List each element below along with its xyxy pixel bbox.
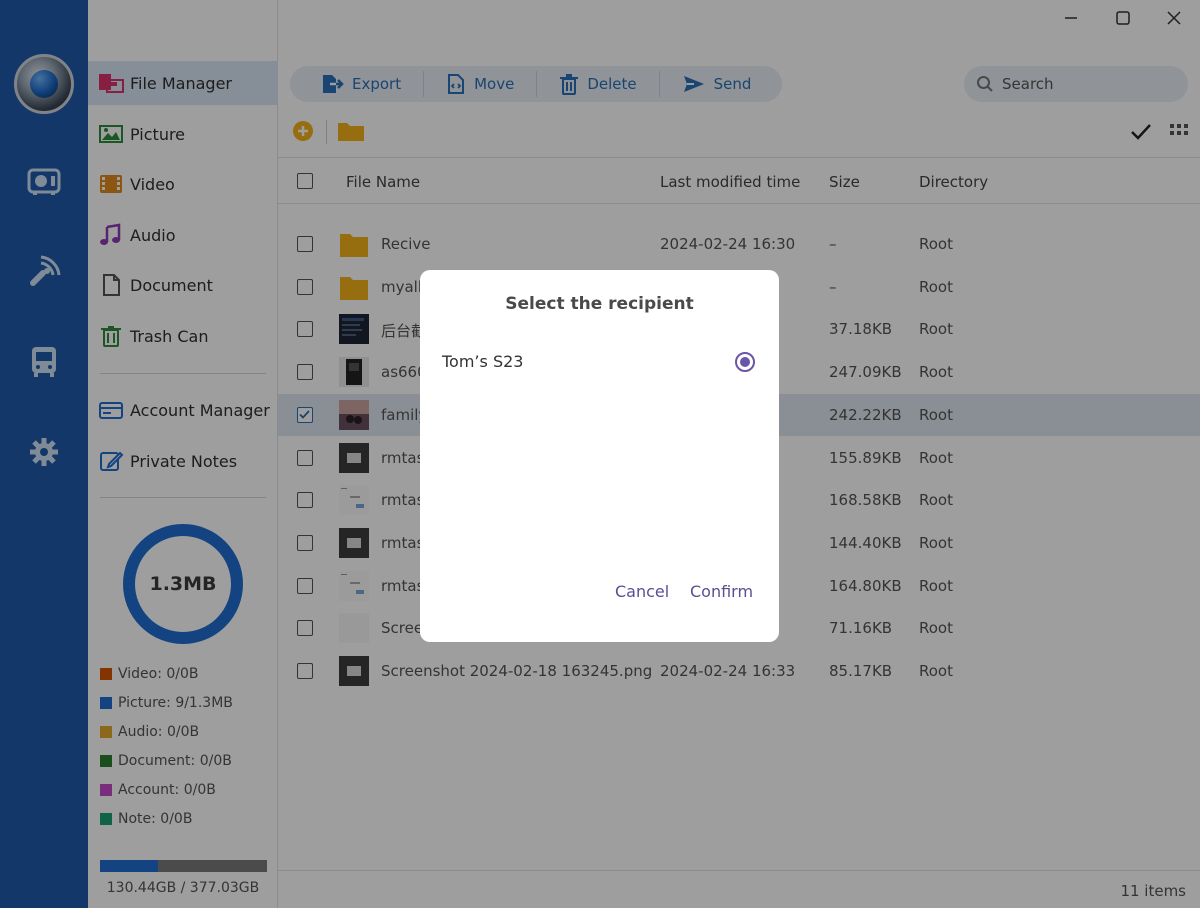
recipient-dialog: Select the recipient Tom’s S23 Cancel Co… — [420, 270, 779, 642]
dialog-title: Select the recipient — [505, 294, 694, 314]
app-window: File Manager Picture Video Audio Documen… — [0, 0, 1200, 908]
confirm-button[interactable]: Confirm — [690, 582, 753, 601]
cancel-button[interactable]: Cancel — [615, 582, 669, 601]
recipient-name[interactable]: Tom’s S23 — [442, 352, 523, 371]
recipient-radio[interactable] — [735, 352, 755, 372]
